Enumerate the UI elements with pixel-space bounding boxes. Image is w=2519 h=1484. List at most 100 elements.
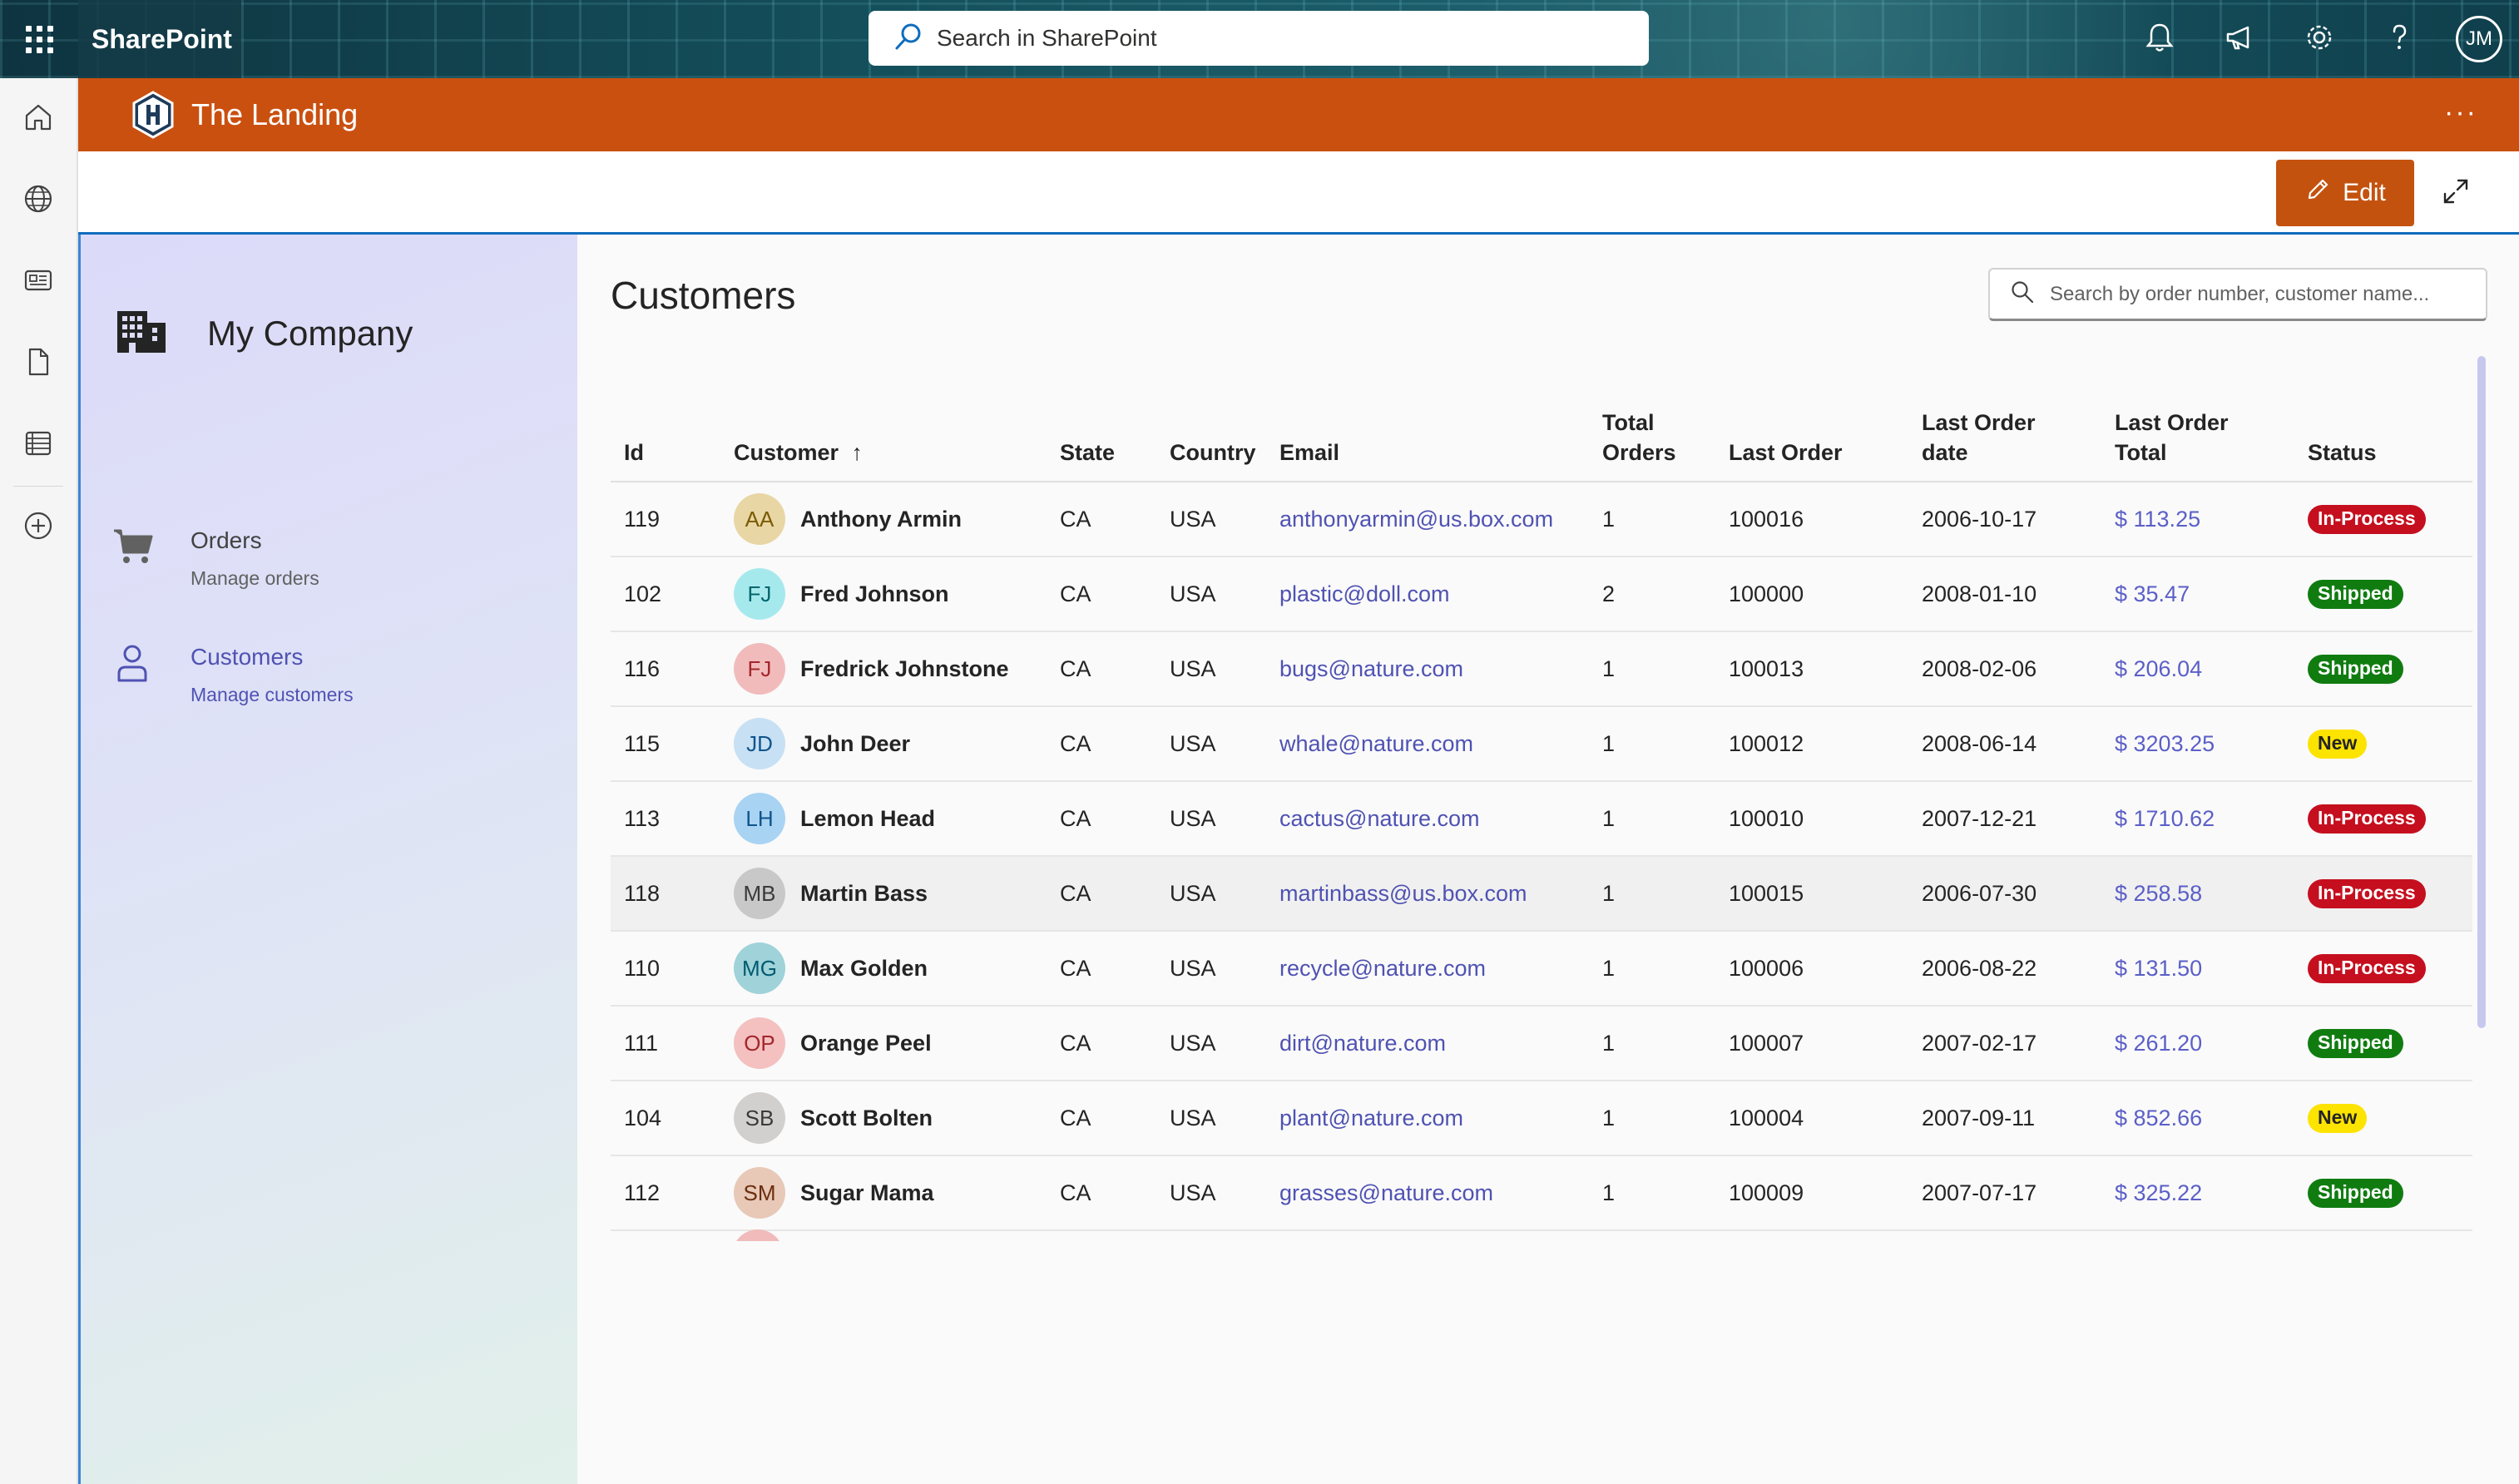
cell-total-orders: 1 bbox=[1602, 1030, 1616, 1056]
question-icon bbox=[2383, 21, 2416, 58]
cell-email[interactable]: plant@nature.com bbox=[1279, 1081, 1463, 1155]
table-row[interactable]: 113 LH Lemon Head CA USA cactus@nature.com 1 10… bbox=[611, 782, 2472, 857]
site-more-button[interactable]: ··· bbox=[2444, 96, 2477, 129]
cell-status: In-Process bbox=[2308, 932, 2426, 1005]
status-badge: New bbox=[2308, 729, 2368, 759]
cell-id: 102 bbox=[624, 581, 662, 606]
sharepoint-search-box[interactable]: Search in SharePoint bbox=[869, 11, 1649, 66]
cell-date: 2006-10-17 bbox=[1922, 506, 2037, 532]
customer-search-input[interactable]: Search by order number, customer name... bbox=[1988, 268, 2487, 321]
cell-email[interactable]: plastic@doll.com bbox=[1279, 557, 1449, 631]
expand-button[interactable] bbox=[2431, 170, 2481, 216]
cell-total: $ 261.20 bbox=[2115, 1030, 2203, 1056]
table-row[interactable]: 112 SM Sugar Mama CA USA grasses@nature.com 1 1… bbox=[611, 1156, 2472, 1231]
company-name: My Company bbox=[207, 313, 413, 353]
app-launcher-button[interactable] bbox=[0, 0, 78, 78]
edit-button[interactable]: Edit bbox=[2276, 160, 2414, 226]
customer-avatar: FJ bbox=[734, 643, 785, 695]
megaphone-icon bbox=[2223, 21, 2256, 58]
cell-date: 2006-07-30 bbox=[1922, 880, 2037, 906]
add-circle-icon bbox=[22, 510, 54, 546]
column-header-total-orders[interactable]: Total Orders bbox=[1602, 408, 1676, 467]
cell-email[interactable]: whale@nature.com bbox=[1279, 707, 1473, 780]
settings-button[interactable] bbox=[2279, 0, 2359, 78]
appbar-home[interactable] bbox=[0, 78, 77, 160]
cell-id: 111 bbox=[624, 1030, 659, 1056]
cell-email[interactable]: recycle@nature.com bbox=[1279, 932, 1486, 1005]
cell-id: 118 bbox=[624, 880, 661, 906]
search-placeholder: Search in SharePoint bbox=[937, 25, 1157, 51]
appbar-sites[interactable] bbox=[0, 160, 77, 241]
status-badge: Shipped bbox=[2308, 1028, 2403, 1058]
appbar-news[interactable] bbox=[0, 241, 77, 323]
news-icon bbox=[22, 265, 54, 300]
column-header-id[interactable]: Id bbox=[624, 438, 644, 467]
vertical-scrollbar[interactable] bbox=[2477, 356, 2486, 1028]
cell-total: $ 113.25 bbox=[2115, 506, 2201, 532]
site-logo-icon[interactable] bbox=[131, 91, 175, 139]
cell-id: 115 bbox=[624, 730, 661, 756]
search-placeholder: Search by order number, customer name... bbox=[2050, 282, 2430, 305]
nav-item-sublabel: Manage customers bbox=[191, 684, 354, 705]
user-avatar: JM bbox=[2456, 16, 2502, 62]
cell-email[interactable]: cactus@nature.com bbox=[1279, 782, 1480, 855]
status-badge: Shipped bbox=[2308, 654, 2403, 684]
cell-customer: LH Lemon Head bbox=[734, 782, 935, 855]
column-header-state[interactable]: State bbox=[1060, 438, 1115, 467]
site-title[interactable]: The Landing bbox=[191, 97, 358, 132]
column-header-last-order[interactable]: Last Order bbox=[1729, 438, 1843, 467]
bell-icon bbox=[2143, 21, 2176, 58]
cell-email[interactable]: martinbass@us.box.com bbox=[1279, 857, 1527, 930]
cell-customer: MG Max Golden bbox=[734, 932, 928, 1005]
cell-state: CA bbox=[1060, 1030, 1091, 1056]
appbar-create[interactable] bbox=[0, 487, 77, 568]
table-row[interactable]: 111 OP Orange Peel CA USA dirt@nature.com 1 100… bbox=[611, 1007, 2472, 1081]
cell-status: Shipped bbox=[2308, 557, 2403, 631]
table-row[interactable]: 119 AA Anthony Armin CA USA anthonyarmin@us.b… bbox=[611, 482, 2472, 557]
help-button[interactable] bbox=[2359, 0, 2439, 78]
column-header-customer[interactable]: Customer ↑ bbox=[734, 438, 863, 467]
cell-email[interactable]: dirt@nature.com bbox=[1279, 1007, 1446, 1080]
cell-email[interactable]: anthonyarmin@us.box.com bbox=[1279, 482, 1553, 556]
table-row[interactable]: 115 JD John Deer CA USA whale@nature.com 1 1000… bbox=[611, 707, 2472, 782]
notifications-button[interactable] bbox=[2120, 0, 2200, 78]
cell-status: New bbox=[2308, 707, 2368, 780]
suite-bar: SharePoint Search in SharePoint JM bbox=[0, 0, 2519, 78]
cell-total-orders: 1 bbox=[1602, 880, 1616, 906]
cell-id: 110 bbox=[624, 955, 661, 981]
sharepoint-brand-link[interactable]: SharePoint bbox=[78, 0, 241, 78]
nav-item-customers[interactable]: Customers Manage customers bbox=[112, 644, 354, 706]
status-badge: In-Process bbox=[2308, 953, 2426, 983]
feedback-button[interactable] bbox=[2200, 0, 2279, 78]
table-row[interactable]: 110 MG Max Golden CA USA recycle@nature.com 1 1… bbox=[611, 932, 2472, 1007]
customer-name: Anthony Armin bbox=[800, 506, 962, 532]
nav-item-orders[interactable]: Orders Manage orders bbox=[112, 527, 319, 590]
cell-state: CA bbox=[1060, 1180, 1091, 1205]
cell-email[interactable]: grasses@nature.com bbox=[1279, 1156, 1493, 1229]
column-header-status[interactable]: Status bbox=[2308, 438, 2377, 467]
pencil-icon bbox=[2304, 176, 2331, 210]
customer-avatar: SM bbox=[734, 1167, 785, 1219]
cell-email[interactable]: bugs@nature.com bbox=[1279, 632, 1463, 705]
cell-total: $ 258.58 bbox=[2115, 880, 2203, 906]
cell-total-orders: 1 bbox=[1602, 655, 1616, 681]
account-button[interactable]: JM bbox=[2439, 0, 2519, 78]
customer-avatar: MB bbox=[734, 868, 785, 919]
company-header: My Company bbox=[116, 308, 413, 359]
column-header-email[interactable]: Email bbox=[1279, 438, 1339, 467]
customer-avatar: OP bbox=[734, 1017, 785, 1069]
brand-label: SharePoint bbox=[92, 23, 232, 54]
column-header-last-order-date[interactable]: Last Order date bbox=[1922, 408, 2036, 467]
cell-total-orders: 1 bbox=[1602, 1105, 1616, 1130]
table-row[interactable]: 116 FJ Fredrick Johnstone CA USA bugs@nature.… bbox=[611, 632, 2472, 707]
table-row[interactable]: 118 MB Martin Bass CA USA martinbass@us.box.c… bbox=[611, 857, 2472, 932]
appbar-files[interactable] bbox=[0, 323, 77, 404]
column-header-last-order-total[interactable]: Last Order Total bbox=[2115, 408, 2229, 467]
appbar-lists[interactable] bbox=[0, 404, 77, 486]
table-row[interactable]: 102 FJ Fred Johnson CA USA plastic@doll.com 2 1… bbox=[611, 557, 2472, 632]
cell-total-orders: 2 bbox=[1602, 581, 1616, 606]
cell-total: $ 1710.62 bbox=[2115, 805, 2215, 831]
customer-name: Orange Peel bbox=[800, 1030, 932, 1056]
column-header-country[interactable]: Country bbox=[1170, 438, 1256, 467]
table-row[interactable]: 104 SB Scott Bolten CA USA plant@nature.com 1 1… bbox=[611, 1081, 2472, 1156]
